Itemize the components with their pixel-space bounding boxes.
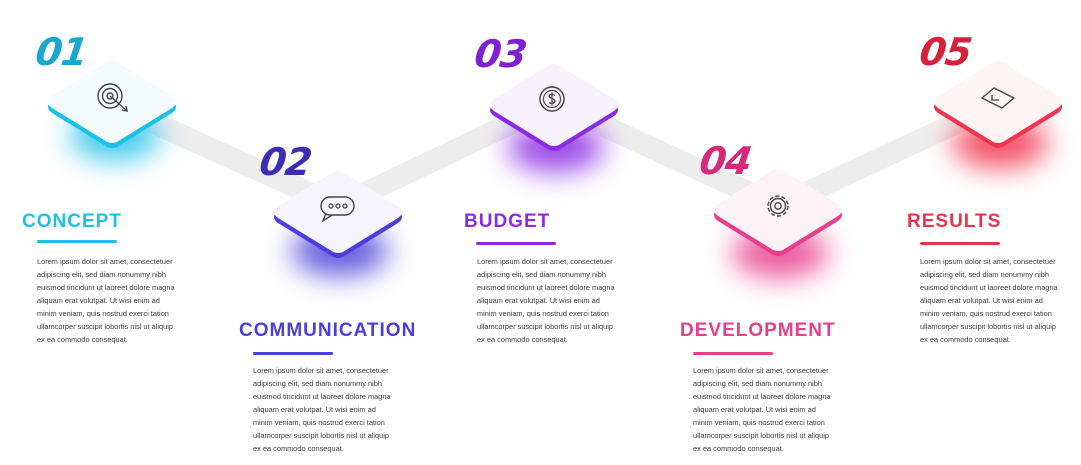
step-connector-lines — [101, 92, 1009, 217]
